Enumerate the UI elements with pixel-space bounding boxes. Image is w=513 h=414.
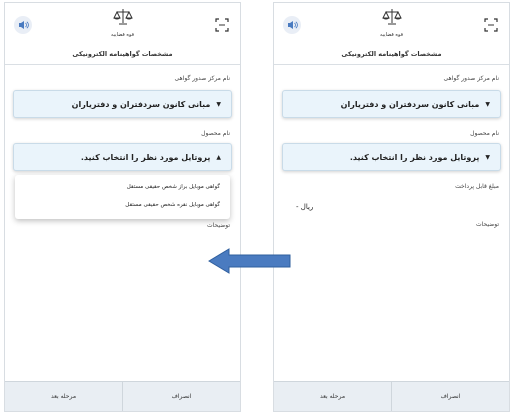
product-label: نام محصول [201,130,230,137]
product-placeholder: پروتایل مورد نظر را انتخاب کنید. [349,152,480,162]
cancel-button[interactable]: انصراف [391,382,509,411]
description-label: توضیحات [206,222,230,229]
arrow-left-icon [208,248,291,274]
speaker-icon[interactable] [283,16,301,34]
payable-amount-value: - ریال [296,203,314,211]
screen-right: قوه قضاییه مشخصات گواهینامه الکترونیکی ن… [273,2,510,412]
judiciary-emblem: قوه قضاییه [103,7,143,41]
issuer-select[interactable]: ▼ مبانی کانون سردفتران و دفتریاران [282,90,501,118]
product-select[interactable]: ▲ پروتایل مورد نظر را انتخاب کنید. [13,143,232,171]
caret-down-icon: ▼ [485,100,490,108]
scales-icon [381,9,402,25]
caret-down-icon: ▼ [216,100,221,108]
cancel-button[interactable]: انصراف [122,382,240,411]
scan-icon[interactable] [482,16,500,34]
footer-bar: مرحله بعد انصراف [5,381,240,411]
product-placeholder: پروتایل مورد نظر را انتخاب کنید. [80,152,211,162]
product-label: نام محصول [470,130,499,137]
emblem-caption: قوه قضاییه [110,32,134,38]
divider [274,64,509,65]
scan-icon[interactable] [213,16,231,34]
payable-amount-label: مبلغ قابل پرداخت [455,183,499,190]
issuer-label: نام مرکز صدور گواهی [174,75,230,82]
caret-down-icon: ▼ [485,153,490,161]
issuer-label: نام مرکز صدور گواهی [443,75,499,82]
scales-icon [112,9,133,25]
speaker-icon[interactable] [14,16,32,34]
issuer-value: مبانی کانون سردفتران و دفتریاران [340,99,480,109]
screen-left: قوه قضاییه مشخصات گواهینامه الکترونیکی ن… [4,2,241,412]
description-label: توضیحات [475,221,499,228]
product-dropdown: گواهی موبایل براز شخص حقیقی مستقل گواهی … [15,175,230,219]
caret-up-icon: ▲ [216,153,221,161]
footer-bar: مرحله بعد انصراف [274,381,509,411]
judiciary-emblem: قوه قضاییه [372,7,412,41]
divider [5,64,240,65]
issuer-value: مبانی کانون سردفتران و دفتریاران [71,99,211,109]
page-title: مشخصات گواهینامه الکترونیکی [341,50,442,58]
next-step-button[interactable]: مرحله بعد [5,382,122,411]
app-header: قوه قضاییه [274,3,509,43]
emblem-caption: قوه قضاییه [379,32,403,38]
app-header: قوه قضاییه [5,3,240,43]
dropdown-option-silver[interactable]: گواهی موبایل نقره شخص حقیقی مستقل [125,202,220,208]
product-select[interactable]: ▼ پروتایل مورد نظر را انتخاب کنید. [282,143,501,171]
page-title: مشخصات گواهینامه الکترونیکی [72,50,173,58]
next-step-button[interactable]: مرحله بعد [274,382,391,411]
dropdown-option-bronze[interactable]: گواهی موبایل براز شخص حقیقی مستقل [127,184,220,190]
issuer-select[interactable]: ▼ مبانی کانون سردفتران و دفتریاران [13,90,232,118]
